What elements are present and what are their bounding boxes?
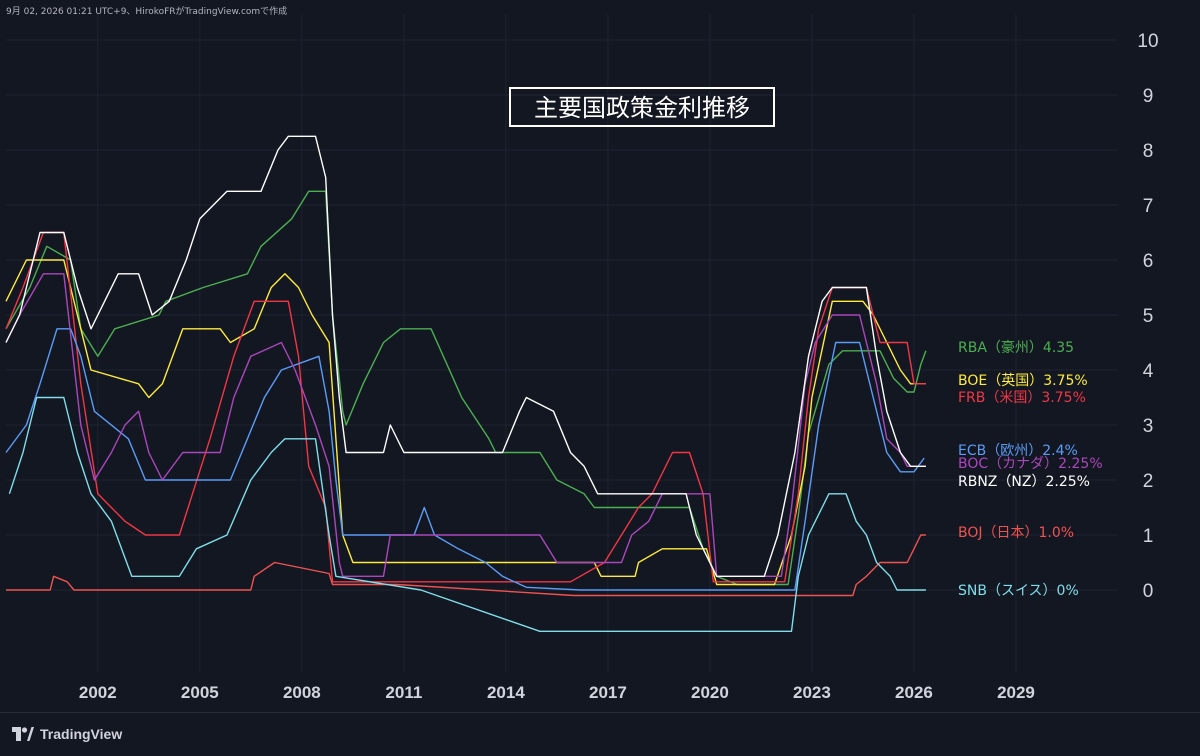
- series-name: FRB（米国）: [958, 390, 1041, 406]
- series-name: RBNZ（NZ）: [958, 474, 1045, 490]
- series-name: BOE（英国）: [958, 372, 1043, 389]
- series-last-value: 3.75%: [1041, 390, 1085, 406]
- series-line: [8, 396, 926, 632]
- tradingview-logo[interactable]: TradingView: [12, 726, 122, 742]
- series-end-label: RBNZ（NZ）2.25%: [958, 474, 1090, 490]
- x-tick-label: 2023: [793, 683, 831, 702]
- series-last-value: 4.35: [1043, 340, 1074, 356]
- series-end-label: SNB（スイス）0%: [958, 583, 1079, 599]
- series-last-value: 0%: [1057, 583, 1079, 599]
- x-tick-label: 2011: [385, 683, 422, 702]
- x-tick-label: 2008: [283, 683, 321, 702]
- tradingview-brand-text: TradingView: [40, 726, 123, 742]
- y-axis: 109876543210: [1137, 31, 1158, 602]
- series-end-label: BOE（英国）3.75%: [958, 372, 1088, 389]
- x-tick-label: 2020: [691, 683, 729, 702]
- series-name: SNB（スイス）: [958, 583, 1057, 599]
- series-end-label: BOC（カナダ）2.25%: [958, 456, 1103, 472]
- series-last-value: 3.75%: [1043, 373, 1087, 389]
- series-line: [5, 190, 927, 586]
- series-last-value: 2.25%: [1045, 474, 1089, 490]
- x-axis: 2002 2005 2008 2011 2014 2017 2020 2023 2026 2029: [79, 683, 1035, 702]
- y-tick-label: 5: [1143, 306, 1154, 327]
- x-tick-label: 2014: [487, 683, 525, 702]
- y-tick-label: 1: [1143, 526, 1154, 547]
- y-tick-label: 8: [1143, 141, 1154, 162]
- x-tick-label: 2005: [181, 683, 219, 702]
- series-last-value: 1.0%: [1039, 525, 1075, 541]
- rate-chart: 109876543210 2002 2005 2008 2011 2014 2017 202…: [5, 14, 1159, 702]
- footer-bar: TradingView: [0, 712, 1200, 756]
- series-line: [5, 135, 926, 577]
- y-tick-label: 2: [1143, 471, 1154, 492]
- series-lines: [5, 135, 927, 632]
- x-tick-label: 2026: [895, 683, 933, 702]
- chart-title-box: 主要国政策金利推移: [509, 87, 775, 127]
- series-name: BOC（カナダ）: [958, 456, 1058, 472]
- x-tick-label: 2002: [79, 683, 117, 702]
- y-tick-label: 10: [1137, 31, 1158, 52]
- y-tick-label: 9: [1143, 86, 1154, 107]
- series-end-label: FRB（米国）3.75%: [958, 390, 1086, 406]
- x-tick-label: 2029: [997, 683, 1035, 702]
- y-tick-label: 0: [1143, 581, 1154, 602]
- y-tick-label: 7: [1143, 196, 1154, 217]
- series-last-value: 2.25%: [1058, 456, 1102, 472]
- chart-title: 主要国政策金利推移: [534, 94, 750, 122]
- y-tick-label: 3: [1143, 416, 1154, 437]
- series-end-label: RBA（豪州）4.35: [958, 340, 1074, 356]
- series-end-labels: RBA（豪州）4.35BOE（英国）3.75%FRB（米国）3.75%ECB（欧…: [958, 340, 1103, 599]
- series-name: BOJ（日本）: [958, 525, 1039, 541]
- series-end-label: BOJ（日本）1.0%: [958, 525, 1074, 541]
- tradingview-logo-icon: [12, 727, 34, 741]
- y-tick-label: 4: [1143, 361, 1154, 382]
- series-name: RBA（豪州）: [958, 340, 1043, 356]
- y-tick-label: 6: [1143, 251, 1154, 272]
- x-tick-label: 2017: [589, 683, 627, 702]
